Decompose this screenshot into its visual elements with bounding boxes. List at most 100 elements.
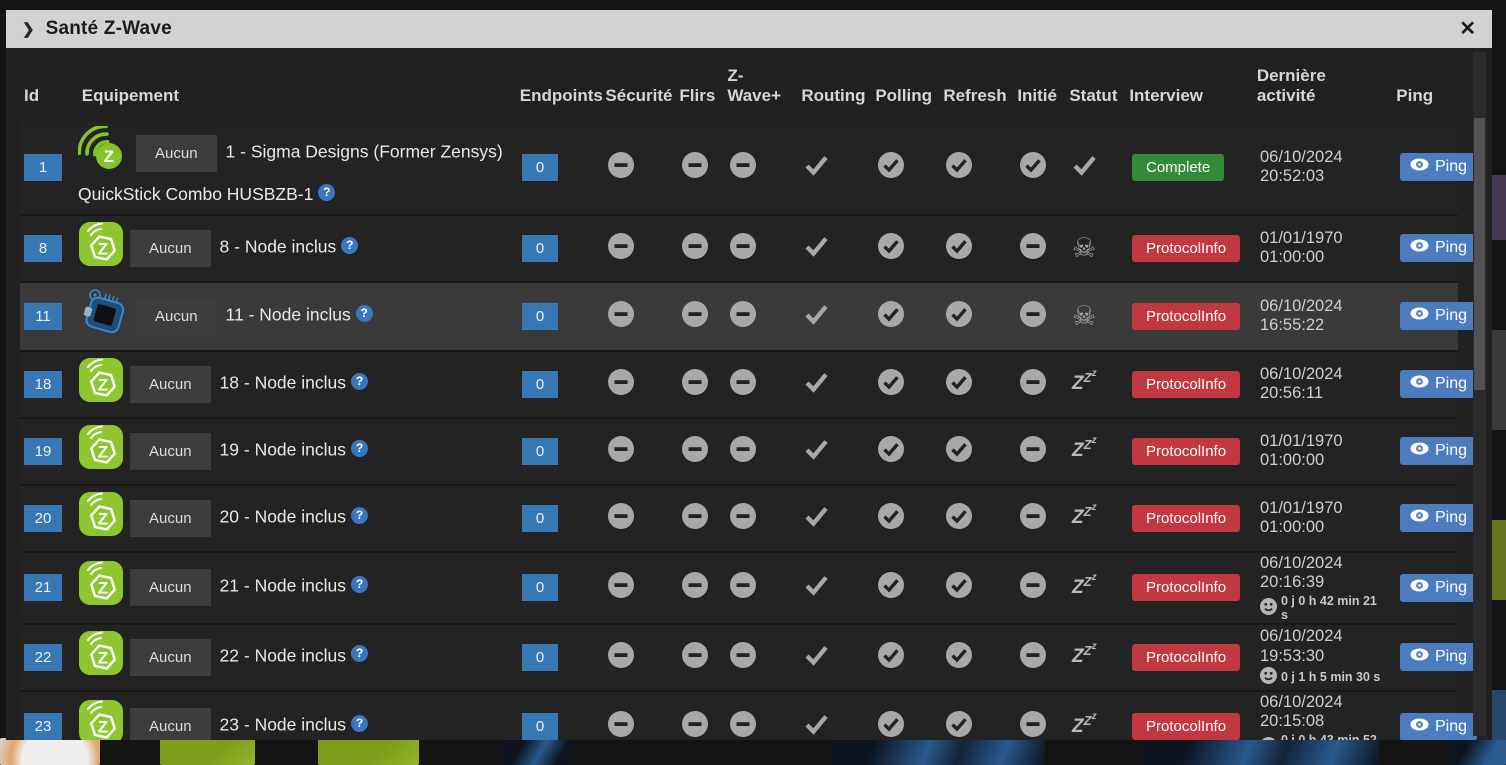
eye-icon (1410, 307, 1429, 325)
help-icon[interactable]: ? (351, 506, 369, 524)
ping-button[interactable]: Ping (1400, 573, 1478, 602)
activity-date: 06/10/2024 (1260, 147, 1343, 166)
minus-circle-icon (682, 368, 708, 400)
zzz-icon: ZZz (1072, 502, 1097, 529)
zzz-sleep-icon: ZZz (1072, 571, 1097, 598)
check-circle-icon (878, 572, 904, 603)
parent-object-badge: Aucun (130, 432, 211, 470)
ping-button[interactable]: Ping (1400, 153, 1478, 182)
ping-button[interactable]: Ping (1400, 370, 1478, 399)
check-circle-icon (878, 435, 904, 467)
ping-cell: Ping (1382, 234, 1478, 263)
endpoints-badge: 0 (522, 234, 558, 262)
flirs-cell (670, 368, 718, 400)
zzz-icon: ZZz (1072, 368, 1097, 395)
help-icon[interactable]: ? (351, 372, 369, 390)
svg-text:Z: Z (98, 375, 108, 394)
eye-icon (1410, 718, 1429, 736)
scrollbar-thumb[interactable] (1474, 118, 1485, 390)
initie-cell (994, 435, 1050, 467)
background-edge-content (1491, 330, 1506, 430)
activity-time: 20:16:39 (1260, 573, 1325, 592)
zzz-sleep-icon: ZZz (1072, 435, 1097, 462)
node-id-badge: 18 (24, 370, 62, 398)
refresh-cell (924, 232, 994, 264)
svg-text:Z: Z (98, 579, 108, 598)
ping-button-label: Ping (1435, 717, 1468, 735)
node-id-badge: 20 (24, 504, 62, 532)
collapse-chevron-icon[interactable]: ❯ (22, 20, 35, 38)
check-circle-icon (946, 151, 972, 183)
initie-cell (994, 151, 1050, 183)
svg-text:Z: Z (98, 648, 108, 667)
activity-duration-text: 0 j 1 h 5 min 30 s (1281, 670, 1381, 685)
endpoints-cell: 0 (518, 153, 606, 181)
check-icon (804, 438, 829, 465)
minus-circle-icon (730, 641, 756, 673)
id-cell: 18 (20, 370, 78, 398)
zwaveplus-cell (718, 711, 780, 740)
help-icon[interactable]: ? (351, 714, 369, 732)
activity-time: 20:56:11 (1260, 384, 1324, 403)
routing-cell (780, 154, 854, 181)
endpoints-cell: 0 (518, 370, 606, 398)
minus-circle-icon (608, 711, 634, 740)
table-row-node-18: 18 Z Aucun 18 - Node inclus? 0 ZZz ProtocolInf… (20, 351, 1478, 419)
ping-button[interactable]: Ping (1400, 234, 1478, 263)
ping-button[interactable]: Ping (1400, 643, 1478, 672)
polling-cell (854, 572, 924, 603)
securite-cell (606, 368, 670, 400)
ping-button[interactable]: Ping (1400, 437, 1478, 466)
endpoints-cell: 0 (518, 504, 606, 532)
flirs-cell (670, 151, 718, 183)
eye-icon (1410, 375, 1429, 393)
zwaveplus-cell (718, 300, 780, 332)
ping-button[interactable]: Ping (1400, 712, 1478, 740)
endpoints-badge: 0 (522, 153, 558, 181)
eye-icon (1410, 509, 1429, 527)
zwave-tile-icon: Z (78, 699, 124, 740)
eye-icon (1410, 648, 1429, 666)
minus-circle-icon (730, 435, 756, 467)
routing-cell (780, 371, 854, 398)
node-id-badge: 19 (24, 437, 62, 465)
zwaveplus-cell (718, 151, 780, 183)
minus-circle-icon (730, 300, 756, 332)
check-circle-icon (878, 151, 904, 183)
help-icon[interactable]: ? (351, 439, 369, 457)
ping-button[interactable]: Ping (1400, 302, 1478, 331)
flirs-cell (670, 435, 718, 467)
vertical-scrollbar[interactable] (1473, 52, 1486, 736)
equipment-name: 20 - Node inclus (219, 506, 347, 527)
column-header-statut: Statut (1069, 86, 1118, 106)
last-activity-cell: 06/10/2024 20:56:11 (1240, 365, 1382, 404)
minus-circle-icon (682, 300, 708, 332)
polling-cell (854, 151, 924, 183)
last-activity-cell: 06/10/2024 16:55:22 (1240, 297, 1382, 336)
minus-circle-icon (1020, 300, 1046, 332)
zwaveplus-cell (718, 641, 780, 673)
interview-cell: ProtocolInfo (1106, 437, 1241, 465)
help-icon[interactable]: ? (318, 183, 336, 201)
help-icon[interactable]: ? (351, 575, 369, 593)
parent-object-badge: Aucun (130, 569, 211, 607)
zwave-tile-icon: Z (78, 221, 124, 276)
help-icon[interactable]: ? (341, 236, 359, 254)
check-circle-icon (946, 368, 972, 400)
equipment-name: 18 - Node inclus (219, 372, 347, 393)
ping-button[interactable]: Ping (1400, 504, 1478, 533)
routing-cell (780, 303, 854, 330)
activity-date: 01/01/1970 (1260, 228, 1343, 247)
help-icon[interactable]: ? (351, 645, 369, 663)
node-id-badge: 8 (24, 234, 62, 262)
id-cell: 22 (20, 643, 78, 671)
refresh-cell (924, 572, 994, 603)
close-icon[interactable]: ✕ (1459, 19, 1476, 39)
flirs-cell (670, 572, 718, 603)
endpoints-badge: 0 (522, 713, 558, 740)
parent-object-badge: Aucun (130, 499, 211, 537)
interview-status-badge: ProtocolInfo (1132, 574, 1241, 602)
help-icon[interactable]: ? (355, 304, 373, 322)
equipment-cell: Z Aucun 18 - Node inclus? (78, 353, 518, 416)
interview-status-badge: Complete (1132, 153, 1225, 181)
